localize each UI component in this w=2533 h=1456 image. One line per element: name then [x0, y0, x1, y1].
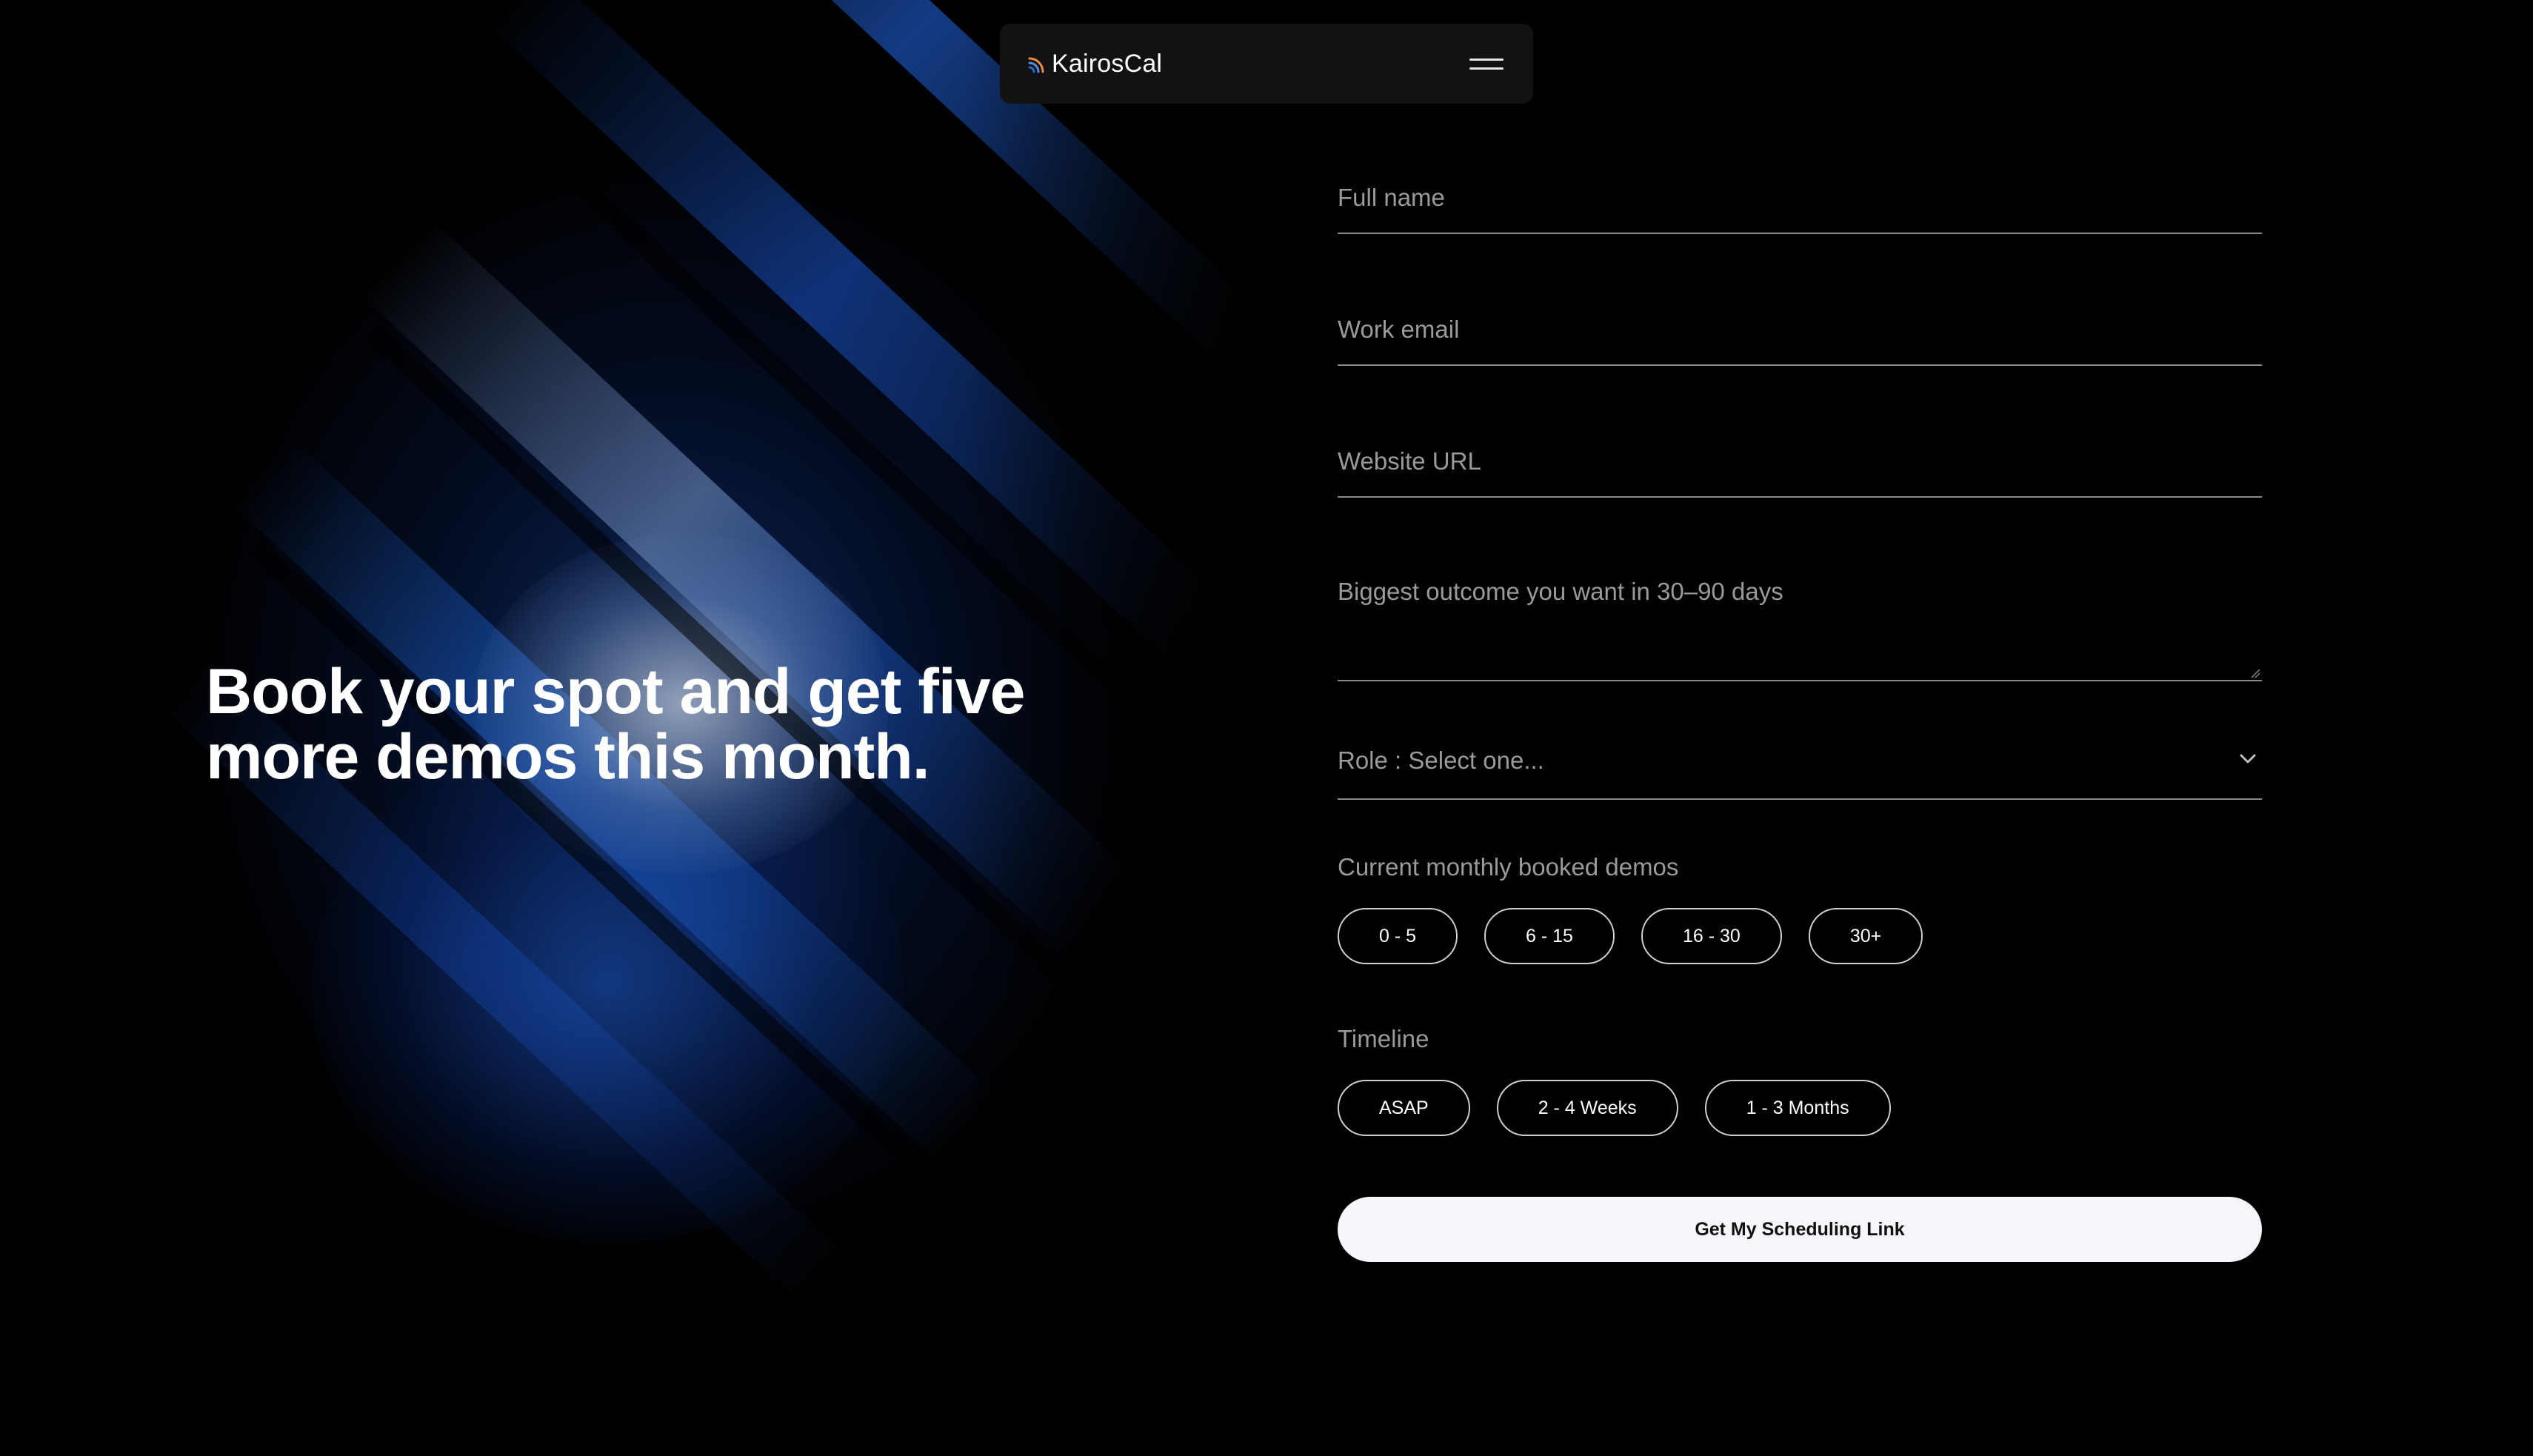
demos-option-6-15[interactable]: 6 - 15 — [1484, 908, 1615, 964]
website-url-input[interactable]: Website URL — [1338, 441, 2262, 498]
brand-logo[interactable]: KairosCal — [1027, 50, 1162, 79]
role-select[interactable]: Role : Select one... — [1338, 741, 2262, 800]
signal-arcs-icon — [1028, 57, 1044, 73]
hero-headline: Book your spot and get five more demos t… — [206, 659, 1095, 789]
demos-label: Current monthly booked demos — [1338, 853, 1679, 881]
timeline-option-1-3-months[interactable]: 1 - 3 Months — [1704, 1080, 1891, 1136]
work-email-input[interactable]: Work email — [1338, 310, 2262, 366]
demos-option-16-30[interactable]: 16 - 30 — [1641, 908, 1782, 964]
outcome-placeholder: Biggest outcome you want in 30–90 days — [1338, 578, 1783, 605]
timeline-option-2-4-weeks[interactable]: 2 - 4 Weeks — [1496, 1080, 1678, 1136]
role-select-value: Role : Select one... — [1338, 747, 1544, 774]
outcome-textarea[interactable]: Biggest outcome you want in 30–90 days — [1338, 572, 2262, 681]
page: KairosCal Book your spot and get five mo… — [0, 0, 2533, 1456]
chevron-down-icon — [2240, 754, 2256, 764]
get-scheduling-link-button[interactable]: Get My Scheduling Link — [1338, 1197, 2262, 1262]
timeline-label: Timeline — [1338, 1025, 1429, 1052]
demos-options: 0 - 5 6 - 15 16 - 30 30+ — [1338, 908, 1923, 964]
full-name-placeholder: Full name — [1338, 184, 1445, 211]
headline-line-1: Book your spot and get five — [206, 656, 1025, 727]
full-name-input[interactable]: Full name — [1338, 178, 2262, 234]
top-navbar: KairosCal — [1000, 24, 1533, 104]
demos-option-0-5[interactable]: 0 - 5 — [1338, 908, 1458, 964]
timeline-option-asap[interactable]: ASAP — [1338, 1080, 1470, 1136]
brand-name: KairosCal — [1052, 49, 1163, 78]
headline-line-2: more demos this month. — [206, 721, 930, 792]
website-url-placeholder: Website URL — [1338, 447, 1481, 475]
resize-grip-icon[interactable] — [2250, 668, 2260, 678]
timeline-options: ASAP 2 - 4 Weeks 1 - 3 Months — [1338, 1080, 1891, 1136]
hamburger-menu-icon[interactable] — [1469, 54, 1504, 73]
work-email-placeholder: Work email — [1338, 315, 1460, 343]
demos-option-30-plus[interactable]: 30+ — [1808, 908, 1923, 964]
